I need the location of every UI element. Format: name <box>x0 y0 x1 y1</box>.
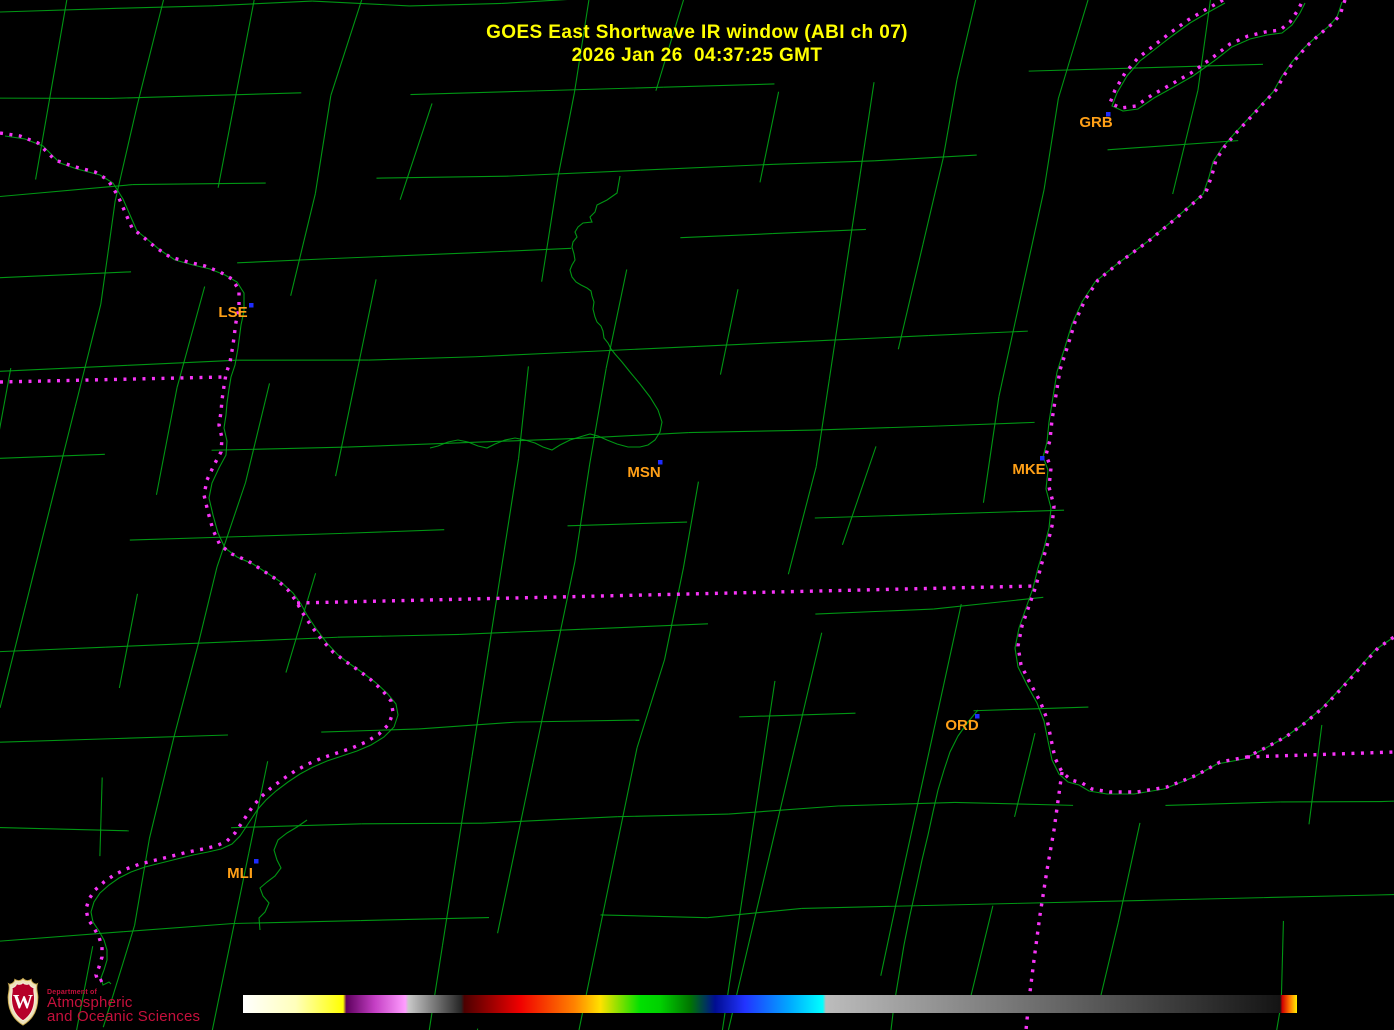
crest-letter: W <box>13 991 33 1013</box>
state-border-path-4 <box>297 586 1035 603</box>
state-border-path-2 <box>1018 0 1394 792</box>
station-dot-MKE <box>1040 456 1045 461</box>
station-label-GRB: GRB <box>1079 114 1113 131</box>
uw-crest-icon: W <box>6 977 40 1027</box>
station-label-LSE: LSE <box>218 304 247 321</box>
satellite-image-viewport: GRB LSE MSN MKE ORD MLI GOES East Shortwave I… <box>0 0 1394 1030</box>
station-dot-LSE <box>249 303 254 308</box>
state-border-path-6 <box>1247 752 1394 757</box>
station-label-MSN: MSN <box>627 464 660 481</box>
map-canvas: GRB LSE MSN MKE ORD MLI <box>0 0 1394 1030</box>
image-timestamp: 2026 Jan 26 04:37:25 GMT <box>0 44 1394 67</box>
image-title-block: GOES East Shortwave IR window (ABI ch 07… <box>0 21 1394 67</box>
station-label-MLI: MLI <box>227 865 253 882</box>
station-label-ORD: ORD <box>945 717 979 734</box>
uw-aos-logo: W Department of Atmospheric and Oceanic … <box>6 977 200 1027</box>
logo-line2: and Oceanic Sciences <box>47 1010 200 1024</box>
image-title: GOES East Shortwave IR window (ABI ch 07… <box>0 21 1394 44</box>
station-label-MKE: MKE <box>1012 461 1045 478</box>
station-dot-MLI <box>254 859 259 864</box>
temperature-colorbar <box>243 995 1297 1013</box>
state-border-path-5 <box>1026 772 1062 1030</box>
state-border-path-3 <box>0 377 224 382</box>
